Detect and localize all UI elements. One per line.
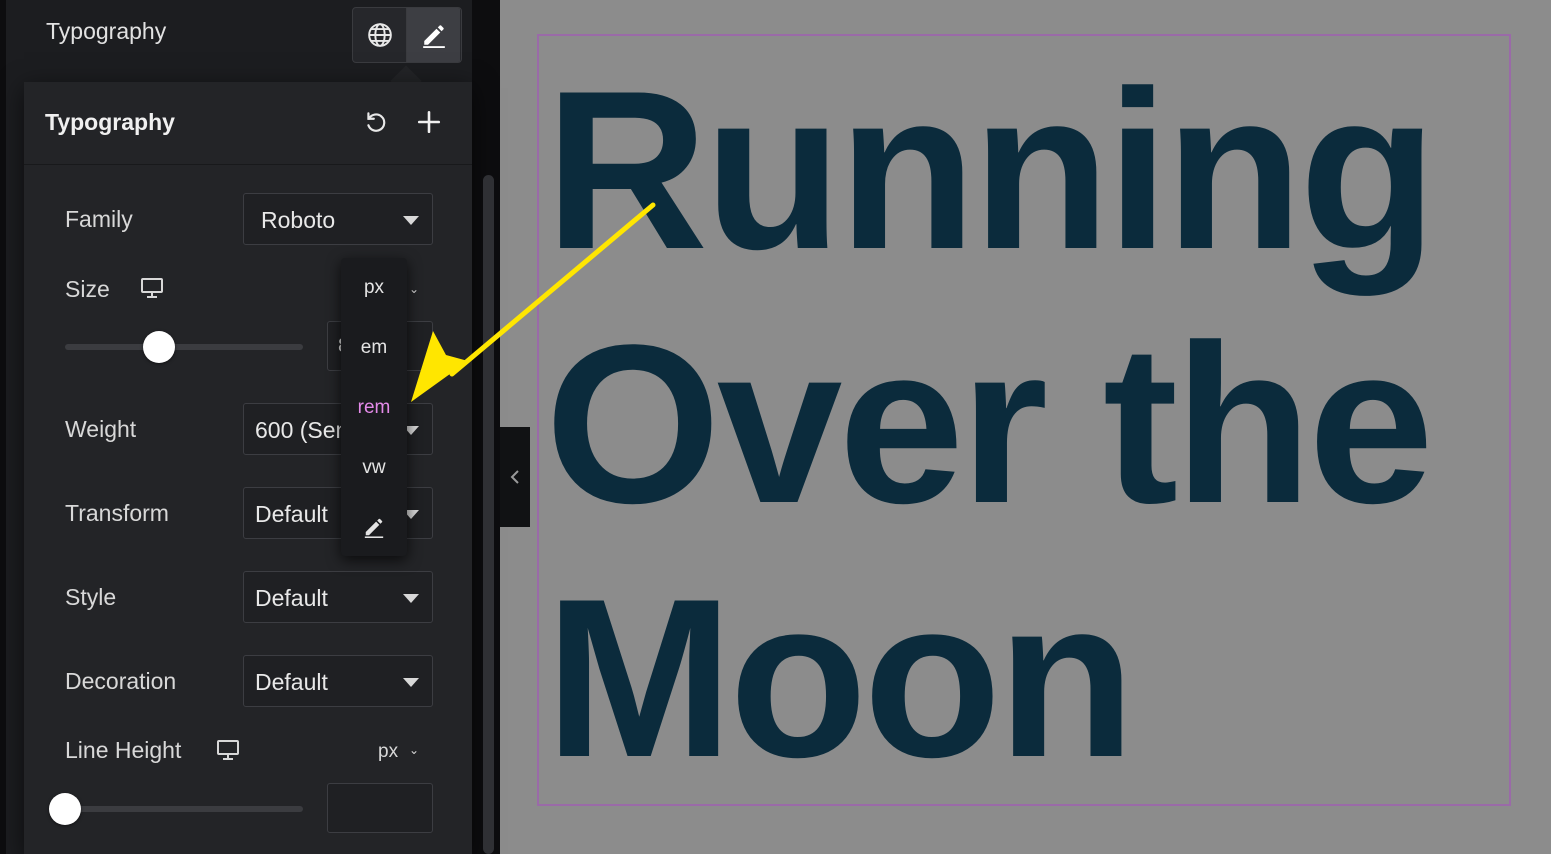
annotation-arrow-head	[411, 331, 468, 402]
annotation-arrow	[411, 202, 656, 402]
annotation-arrow-shaft	[449, 202, 656, 377]
